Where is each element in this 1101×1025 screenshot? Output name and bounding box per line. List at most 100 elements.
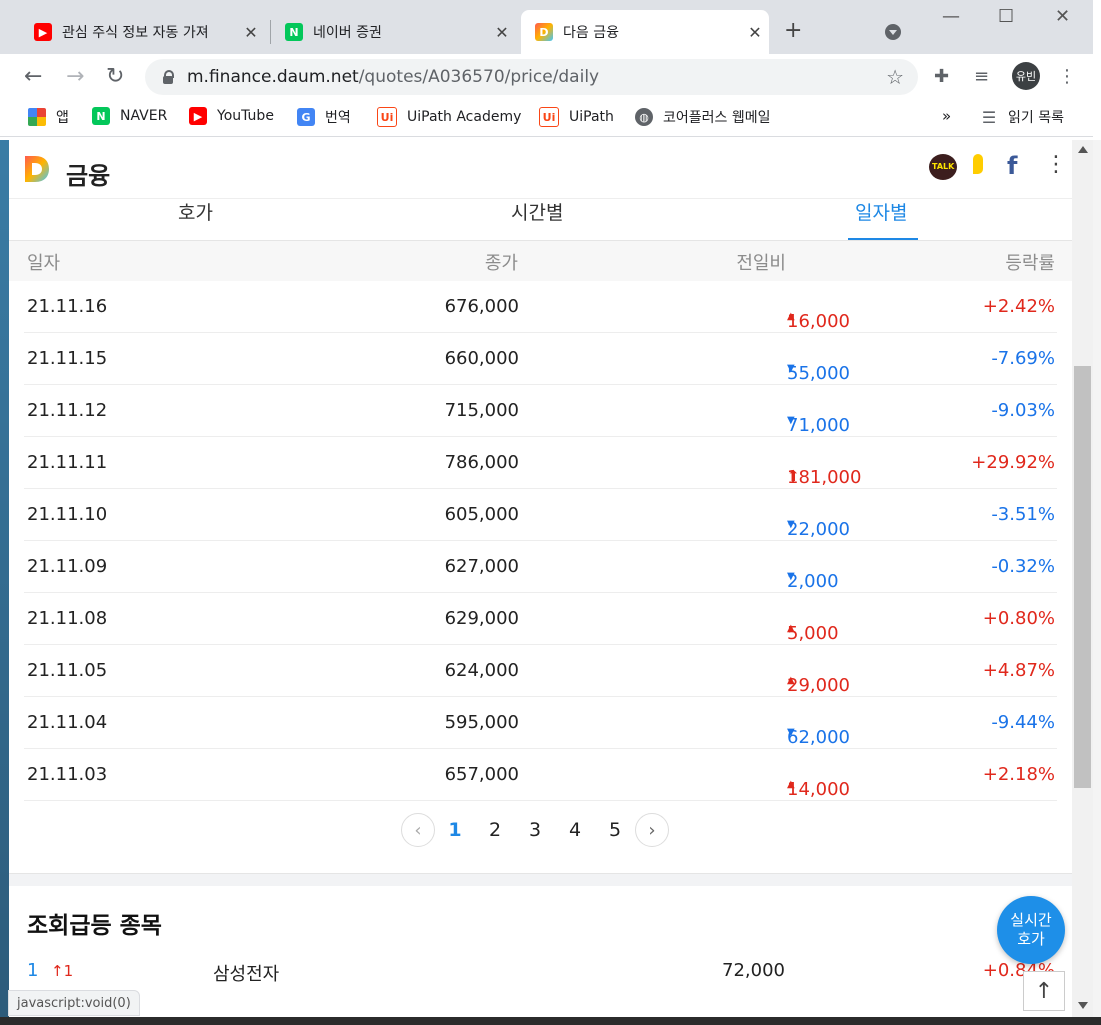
address-bar[interactable]: m.finance.daum.net/quotes/A036570/price/…: [145, 59, 918, 95]
globe-icon: ◍: [635, 108, 653, 126]
translate-icon: G: [297, 108, 315, 126]
page-1-button[interactable]: 1: [435, 819, 475, 841]
header-rate: 등락률: [1005, 253, 1055, 274]
realtime-quote-button[interactable]: 실시간 호가: [997, 896, 1065, 964]
tab-title: 관심 주식 정보 자동 가져: [62, 25, 209, 41]
next-page-button[interactable]: ›: [635, 813, 669, 847]
row-rate: +29.92%: [971, 452, 1055, 473]
row-date: 21.11.05: [27, 660, 108, 681]
section-divider: [9, 873, 1072, 886]
page-scrollbar[interactable]: [1072, 140, 1093, 1017]
scroll-down-icon[interactable]: [1078, 1002, 1088, 1009]
prev-page-button[interactable]: ‹: [401, 813, 435, 847]
bookmark-label: UiPath Academy: [407, 109, 522, 125]
scrollbar-thumb[interactable]: [1074, 366, 1091, 788]
taskbar-edge: [0, 1017, 1101, 1025]
close-icon[interactable]: ✕: [488, 23, 516, 42]
page-3-button[interactable]: 3: [515, 819, 555, 841]
row-rate: -3.51%: [991, 504, 1055, 525]
bookmark-apps[interactable]: 앱: [28, 107, 69, 127]
bookmark-label: YouTube: [217, 108, 274, 124]
table-row: 21.11.16 676,000 ▲ 16,000 +2.42%: [24, 281, 1057, 333]
uipath-icon: Ui: [539, 107, 559, 127]
table-row: 21.11.10 605,000 ▼ 22,000 -3.51%: [24, 489, 1057, 541]
tab-strip: ▶ 관심 주식 정보 자동 가져 ✕ N 네이버 증권 ✕ D 다음 금융 ✕ …: [0, 0, 1093, 54]
active-tab-indicator: [848, 238, 918, 240]
table-row: 21.11.04 595,000 ▼ 62,000 -9.44%: [24, 697, 1057, 749]
minimize-icon[interactable]: —: [942, 6, 960, 27]
facebook-share-icon[interactable]: f: [1007, 152, 1017, 180]
header-date: 일자: [27, 253, 61, 274]
row-rate: +2.18%: [982, 764, 1055, 785]
table-row: 21.11.08 629,000 ▲ 5,000 +0.80%: [24, 593, 1057, 645]
back-icon[interactable]: ←: [24, 64, 42, 89]
stock-name: 삼성전자: [213, 964, 280, 985]
scroll-to-top-button[interactable]: ↑: [1023, 971, 1065, 1011]
close-icon[interactable]: ✕: [237, 23, 265, 42]
bookmark-naver[interactable]: N NAVER: [92, 107, 167, 125]
tab-hourly[interactable]: 시간별: [511, 198, 563, 225]
more-menu-icon[interactable]: ⋮: [1045, 152, 1067, 177]
table-row: 21.11.09 627,000 ▼ 2,000 -0.32%: [24, 541, 1057, 593]
bookmark-label: UiPath: [569, 109, 614, 125]
reading-list-button[interactable]: ☰ 읽기 목록: [980, 107, 1064, 127]
header-close: 종가: [484, 253, 518, 274]
tab-daily[interactable]: 일자별: [855, 198, 907, 225]
daum-logo[interactable]: [23, 154, 51, 184]
kakaostory-share-icon[interactable]: [973, 154, 983, 174]
forward-icon[interactable]: →: [66, 64, 84, 89]
page-4-button[interactable]: 4: [555, 819, 595, 841]
bookmark-star-icon[interactable]: ☆: [886, 65, 904, 89]
row-date: 21.11.03: [27, 764, 108, 785]
row-close: 605,000: [444, 504, 519, 525]
trending-section-title: 조회급등 종목: [27, 913, 162, 939]
bookmark-uipath-academy[interactable]: Ui UiPath Academy: [377, 107, 521, 127]
site-header: 금융 TALK f ⋮: [9, 140, 1072, 199]
daily-price-table: 21.11.16 676,000 ▲ 16,000 +2.42% 21.11.15…: [24, 281, 1057, 801]
tab-search-icon[interactable]: [885, 24, 901, 40]
fab-label-2: 호가: [1017, 930, 1045, 948]
page-5-button[interactable]: 5: [595, 819, 635, 841]
tab-quote[interactable]: 호가: [178, 198, 213, 225]
media-control-icon[interactable]: ≡: [974, 66, 989, 87]
bookmarks-bar: 앱 N NAVER ▶ YouTube G 번역 Ui UiPath Acade…: [0, 100, 1093, 137]
youtube-icon: ▶: [189, 107, 207, 125]
reading-list-icon: ☰: [981, 107, 997, 127]
extensions-icon[interactable]: ✚: [934, 66, 949, 87]
bookmark-youtube[interactable]: ▶ YouTube: [189, 107, 274, 125]
table-row: 21.11.05 624,000 ▲ 29,000 +4.87%: [24, 645, 1057, 697]
tab-title: 네이버 증권: [313, 25, 382, 41]
close-icon[interactable]: ✕: [741, 23, 769, 42]
table-row: 21.11.03 657,000 ▲ 14,000 +2.18%: [24, 749, 1057, 801]
row-rate: -9.03%: [991, 400, 1055, 421]
row-close: 786,000: [444, 452, 519, 473]
bookmark-translate[interactable]: G 번역: [297, 107, 351, 127]
bookmark-label: 번역: [325, 110, 351, 126]
bookmarks-more-button[interactable]: »: [942, 107, 951, 125]
avatar[interactable]: 유빈: [1012, 62, 1040, 90]
row-rate: -0.32%: [991, 556, 1055, 577]
table-row: 21.11.12 715,000 ▼ 71,000 -9.03%: [24, 385, 1057, 437]
bookmark-webmail[interactable]: ◍ 코어플러스 웹메일: [635, 107, 771, 127]
maximize-icon[interactable]: ☐: [998, 6, 1014, 27]
tab-naver-finance[interactable]: N 네이버 증권 ✕: [271, 10, 516, 54]
apps-grid-icon: [28, 108, 46, 126]
stock-price: 72,000: [722, 960, 785, 981]
kakaotalk-share-icon[interactable]: TALK: [929, 154, 957, 180]
url-text: m.finance.daum.net/quotes/A036570/price/…: [187, 67, 600, 87]
bookmark-uipath[interactable]: Ui UiPath: [539, 107, 614, 127]
row-rate: +2.42%: [982, 296, 1055, 317]
row-rate: -7.69%: [991, 348, 1055, 369]
row-date: 21.11.11: [27, 452, 108, 473]
row-date: 21.11.04: [27, 712, 108, 733]
close-window-icon[interactable]: ✕: [1055, 6, 1070, 27]
page-2-button[interactable]: 2: [475, 819, 515, 841]
tab-daum-finance[interactable]: D 다음 금융 ✕: [521, 10, 769, 54]
new-tab-icon[interactable]: +: [784, 18, 802, 43]
header-diff: 전일비: [736, 253, 786, 274]
scroll-up-icon[interactable]: [1078, 146, 1088, 153]
menu-icon[interactable]: ⋮: [1058, 66, 1076, 87]
tab-youtube[interactable]: ▶ 관심 주식 정보 자동 가져 ✕: [20, 10, 265, 54]
reload-icon[interactable]: ↻: [106, 64, 124, 89]
rank-change: ↑ 1: [51, 962, 74, 980]
